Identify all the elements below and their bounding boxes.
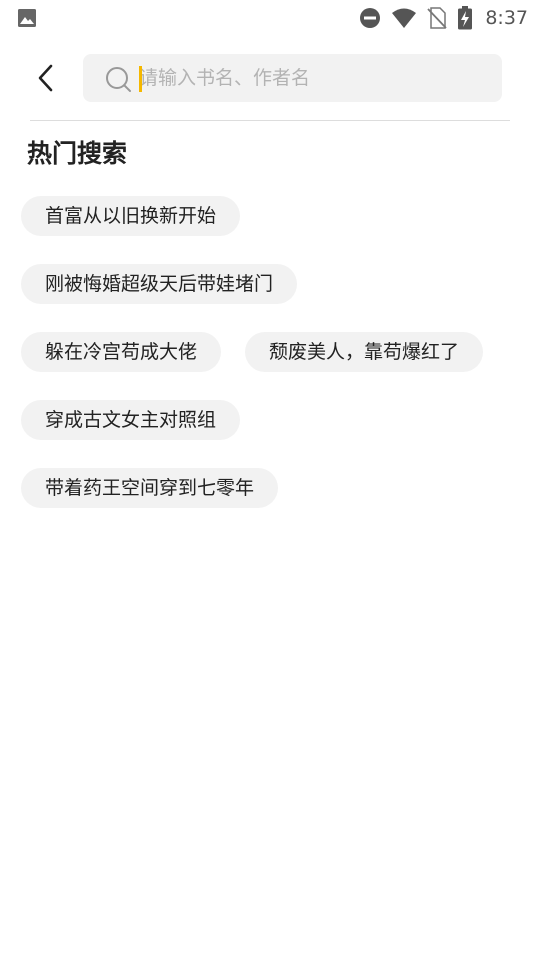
search-box[interactable]	[83, 54, 502, 102]
status-icons: 8:37	[359, 5, 528, 31]
section-title-hot-search: 热门搜索	[27, 139, 128, 168]
search-icon	[106, 67, 131, 92]
do-not-disturb-icon	[360, 8, 381, 28]
status-time: 8:37	[485, 7, 528, 29]
battery-charging-icon	[458, 6, 473, 30]
header-divider	[30, 120, 510, 121]
hot-search-tags: 首富从以旧换新开始 刚被悔婚超级天后带娃堵门 躲在冷宫苟成大佬 颓废美人，靠苟爆…	[21, 196, 521, 536]
wifi-icon	[392, 8, 417, 28]
hot-search-tag[interactable]: 首富从以旧换新开始	[21, 196, 241, 236]
back-button[interactable]	[28, 58, 64, 98]
tag-row: 带着药王空间穿到七零年	[21, 468, 521, 508]
tag-row: 刚被悔婚超级天后带娃堵门	[21, 264, 521, 304]
image-icon	[18, 9, 36, 27]
search-header	[0, 36, 540, 120]
tag-row: 首富从以旧换新开始	[21, 196, 521, 236]
no-sim-icon	[427, 7, 447, 29]
text-cursor	[139, 66, 142, 92]
hot-search-tag[interactable]: 躲在冷宫苟成大佬	[21, 332, 222, 372]
chevron-left-icon	[38, 64, 53, 92]
hot-search-tag[interactable]: 穿成古文女主对照组	[21, 400, 241, 440]
search-input[interactable]	[137, 54, 489, 102]
tag-row: 躲在冷宫苟成大佬 颓废美人，靠苟爆红了	[21, 332, 521, 372]
tag-row: 穿成古文女主对照组	[21, 400, 521, 440]
hot-search-tag[interactable]: 刚被悔婚超级天后带娃堵门	[21, 264, 298, 304]
status-bar: 8:37	[0, 0, 540, 36]
hot-search-tag[interactable]: 颓废美人，靠苟爆红了	[245, 332, 484, 372]
hot-search-tag[interactable]: 带着药王空间穿到七零年	[21, 468, 279, 508]
